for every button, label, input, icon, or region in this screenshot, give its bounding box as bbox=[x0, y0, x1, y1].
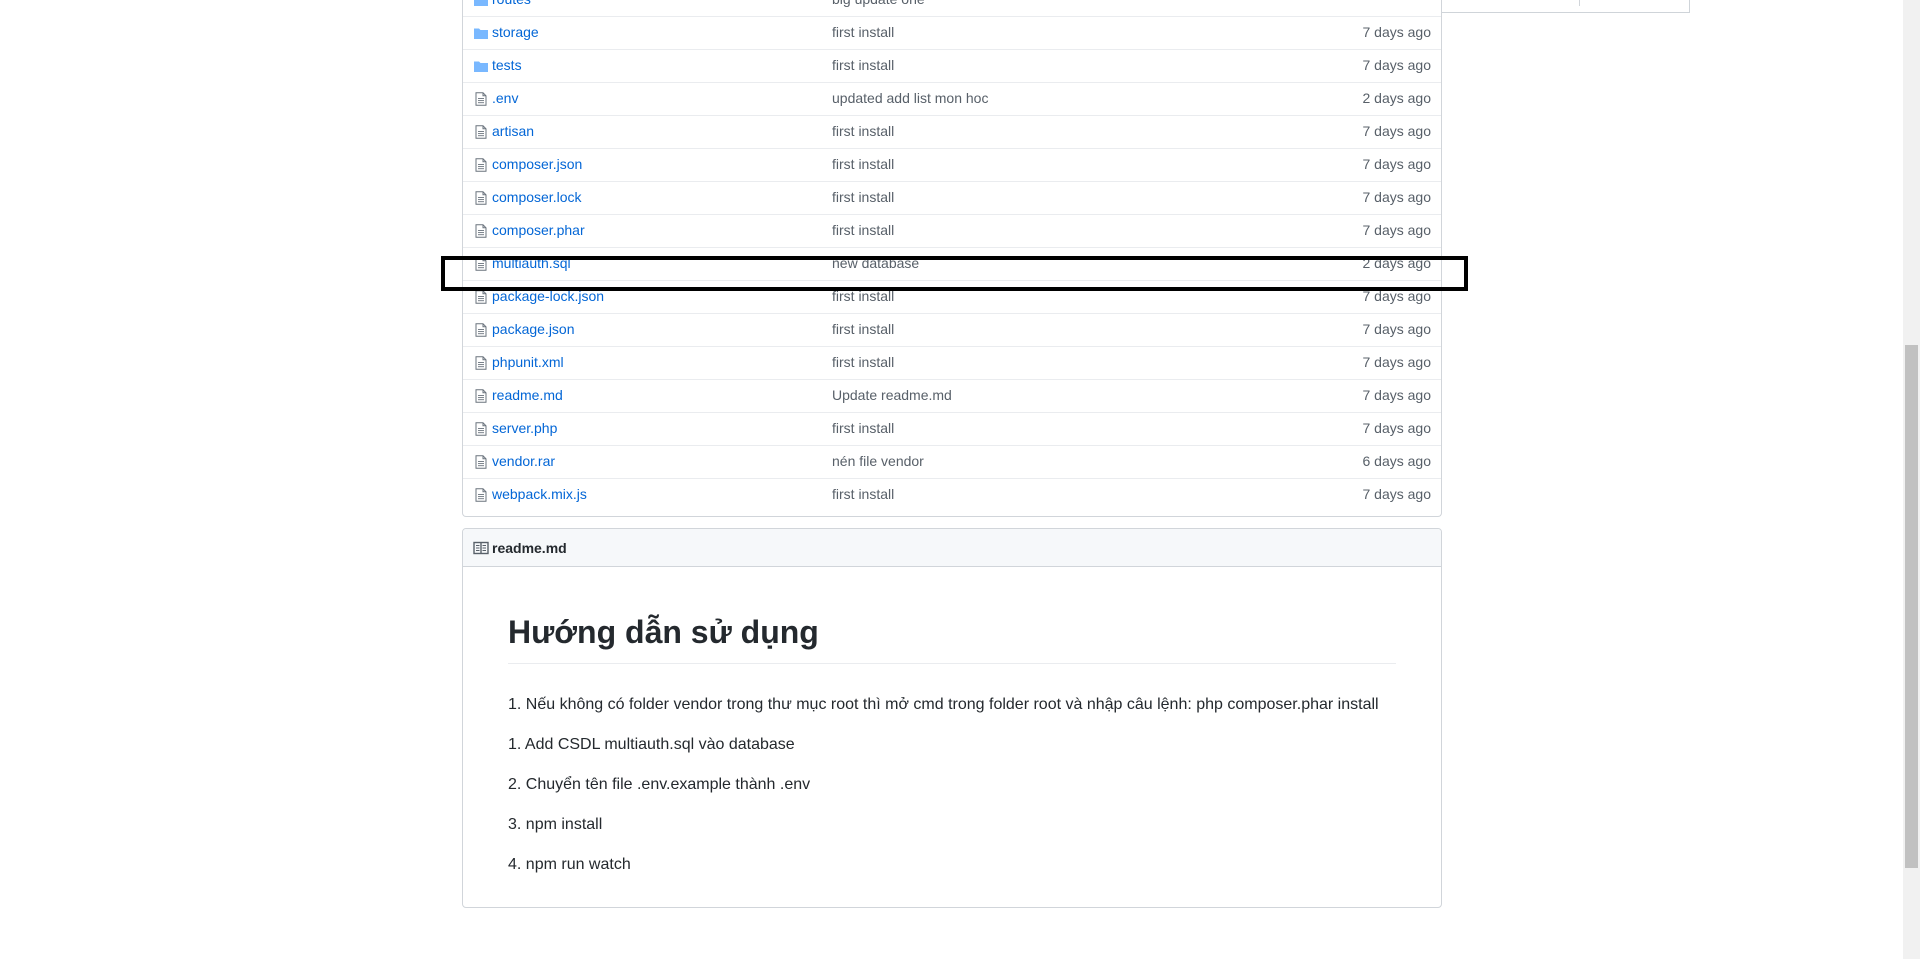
file-name-link[interactable]: multiauth.sql bbox=[492, 255, 571, 271]
file-row[interactable]: readme.md Update readme.md 7 days ago bbox=[463, 380, 1441, 413]
readme-paragraph: 1. Nếu không có folder vendor trong thư … bbox=[508, 696, 1379, 713]
commit-age: 2 days ago bbox=[1362, 255, 1432, 271]
file-name-link[interactable]: readme.md bbox=[492, 387, 563, 403]
file-name-link[interactable]: vendor.rar bbox=[492, 453, 555, 469]
file-name-link[interactable]: server.php bbox=[492, 420, 557, 436]
file-name-link[interactable]: storage bbox=[492, 24, 539, 40]
folder-icon bbox=[473, 0, 489, 7]
commit-age: 7 days ago bbox=[1362, 189, 1432, 205]
book-icon bbox=[473, 541, 489, 555]
commit-message-link[interactable]: first install bbox=[832, 156, 894, 172]
file-row[interactable]: package.json first install 7 days ago bbox=[463, 314, 1441, 347]
commit-age: 7 days ago bbox=[1362, 387, 1432, 403]
file-name-link[interactable]: artisan bbox=[492, 123, 534, 139]
commit-message-link[interactable]: nén file vendor bbox=[832, 453, 924, 469]
file-list-table: routes big update one storage first install… bbox=[462, 0, 1442, 517]
folder-icon bbox=[473, 59, 489, 73]
commit-message-link[interactable]: first install bbox=[832, 288, 894, 304]
commit-age: 7 days ago bbox=[1362, 288, 1432, 304]
commit-age: 7 days ago bbox=[1362, 156, 1432, 172]
file-row[interactable]: multiauth.sql new database 2 days ago bbox=[463, 248, 1441, 281]
file-icon bbox=[473, 92, 489, 106]
file-name-link[interactable]: composer.lock bbox=[492, 189, 581, 205]
commit-age: 7 days ago bbox=[1362, 486, 1432, 502]
file-name-link[interactable]: routes bbox=[492, 0, 531, 7]
readme-paragraph: 2. Chuyển tên file .env.example thành .e… bbox=[508, 776, 811, 793]
commit-message-link[interactable]: first install bbox=[832, 57, 894, 73]
file-name-link[interactable]: webpack.mix.js bbox=[492, 486, 587, 502]
readme-heading: Hướng dẫn sử dụng bbox=[508, 614, 819, 650]
commit-message-link[interactable]: first install bbox=[832, 123, 894, 139]
file-name-link[interactable]: composer.json bbox=[492, 156, 582, 172]
file-icon bbox=[473, 290, 489, 304]
readme-title: readme.md bbox=[492, 540, 567, 556]
heading-divider bbox=[508, 663, 1396, 664]
file-row[interactable]: vendor.rar nén file vendor 6 days ago bbox=[463, 446, 1441, 479]
file-icon bbox=[473, 356, 489, 370]
file-name-link[interactable]: phpunit.xml bbox=[492, 354, 564, 370]
file-row[interactable]: package-lock.json first install 7 days ago bbox=[463, 281, 1441, 314]
file-row[interactable]: webpack.mix.js first install 7 days ago bbox=[463, 479, 1441, 512]
commit-message-link[interactable]: updated add list mon hoc bbox=[832, 90, 988, 106]
file-icon bbox=[473, 488, 489, 502]
file-name-link[interactable]: package.json bbox=[492, 321, 575, 337]
commit-message-link[interactable]: new database bbox=[832, 255, 919, 271]
folder-icon bbox=[473, 26, 489, 40]
file-row[interactable]: routes big update one bbox=[463, 0, 1441, 17]
vertical-scrollbar[interactable] bbox=[1903, 0, 1920, 959]
file-icon bbox=[473, 158, 489, 172]
file-row[interactable]: server.php first install 7 days ago bbox=[463, 413, 1441, 446]
file-name-link[interactable]: package-lock.json bbox=[492, 288, 604, 304]
file-row[interactable]: artisan first install 7 days ago bbox=[463, 116, 1441, 149]
readme-paragraph: 4. npm run watch bbox=[508, 856, 631, 873]
file-row[interactable]: composer.json first install 7 days ago bbox=[463, 149, 1441, 182]
readme-panel: readme.md Hướng dẫn sử dụng 1. Nếu không… bbox=[462, 528, 1442, 908]
scrollbar-thumb[interactable] bbox=[1905, 345, 1918, 868]
commit-age: 7 days ago bbox=[1362, 123, 1432, 139]
file-row[interactable]: phpunit.xml first install 7 days ago bbox=[463, 347, 1441, 380]
popup-divider bbox=[1579, 0, 1580, 6]
file-row[interactable]: composer.lock first install 7 days ago bbox=[463, 182, 1441, 215]
file-icon bbox=[473, 422, 489, 436]
file-name-link[interactable]: composer.phar bbox=[492, 222, 585, 238]
commit-message-link[interactable]: first install bbox=[832, 420, 894, 436]
commit-message-link[interactable]: first install bbox=[832, 354, 894, 370]
commit-age: 7 days ago bbox=[1362, 24, 1432, 40]
commit-message-link[interactable]: first install bbox=[832, 321, 894, 337]
commit-message-link[interactable]: first install bbox=[832, 222, 894, 238]
readme-paragraph: 3. npm install bbox=[508, 816, 603, 833]
file-icon bbox=[473, 323, 489, 337]
commit-age: 7 days ago bbox=[1362, 222, 1432, 238]
file-icon bbox=[473, 191, 489, 205]
page: routes big update one storage first install… bbox=[0, 0, 1920, 959]
file-icon bbox=[473, 257, 489, 271]
commit-message-link[interactable]: first install bbox=[832, 486, 894, 502]
commit-message-link[interactable]: first install bbox=[832, 189, 894, 205]
file-row[interactable]: composer.phar first install 7 days ago bbox=[463, 215, 1441, 248]
file-row[interactable]: .env updated add list mon hoc 2 days ago bbox=[463, 83, 1441, 116]
readme-paragraph: 1. Add CSDL multiauth.sql vào database bbox=[508, 736, 795, 753]
commit-message-link[interactable]: first install bbox=[832, 24, 894, 40]
commit-age: 7 days ago bbox=[1362, 420, 1432, 436]
commit-message-link[interactable]: big update one bbox=[832, 0, 925, 7]
file-name-link[interactable]: tests bbox=[492, 57, 522, 73]
readme-header: readme.md bbox=[463, 529, 1441, 567]
commit-age: 7 days ago bbox=[1362, 321, 1432, 337]
file-icon bbox=[473, 455, 489, 469]
file-name-link[interactable]: .env bbox=[492, 90, 518, 106]
file-row[interactable]: tests first install 7 days ago bbox=[463, 50, 1441, 83]
file-icon bbox=[473, 224, 489, 238]
commit-age: 7 days ago bbox=[1362, 57, 1432, 73]
file-row[interactable]: storage first install 7 days ago bbox=[463, 17, 1441, 50]
file-icon bbox=[473, 389, 489, 403]
file-icon bbox=[473, 125, 489, 139]
commit-age: 6 days ago bbox=[1362, 453, 1432, 469]
commit-age: 2 days ago bbox=[1362, 90, 1432, 106]
commit-message-link[interactable]: Update readme.md bbox=[832, 387, 952, 403]
commit-age: 7 days ago bbox=[1362, 354, 1432, 370]
